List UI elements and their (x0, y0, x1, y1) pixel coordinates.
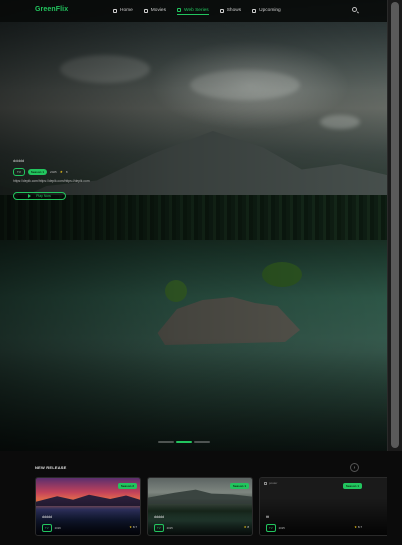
nav-item-shows[interactable]: Shows (219, 6, 242, 15)
top-navbar: GreenFlix Home Movies Web Series Shows U… (0, 0, 387, 22)
hero-type-badge: TV (13, 168, 25, 176)
carousel-dot[interactable] (158, 441, 174, 443)
hero-title: ddddd (13, 158, 25, 163)
card-season-badge: Season 1 (342, 483, 362, 489)
play-now-label: Play Now (36, 194, 51, 198)
play-now-button[interactable]: Play Now (13, 192, 66, 200)
card-rating: ★ 8.7 (354, 525, 362, 529)
card-year: 2025 (166, 526, 173, 530)
carousel-dot[interactable] (194, 441, 210, 443)
nav-label: Shows (226, 8, 242, 13)
hero-year: 2025 (50, 170, 57, 174)
search-icon[interactable] (352, 7, 357, 12)
nav-item-upcoming[interactable]: Upcoming (252, 6, 281, 15)
hero-overlay (0, 0, 387, 451)
hero-season-badge: Season 1 (27, 169, 48, 175)
release-card[interactable]: Season 1 ddddd TV 2025 ★ 8 (147, 477, 253, 536)
card-type-badge: TV (42, 524, 52, 532)
calendar-icon (252, 8, 257, 13)
page-scrollbar[interactable] (387, 0, 402, 451)
home-icon (113, 8, 117, 13)
hero-meta: TV Season 1 2025 ★ 8 (13, 168, 68, 176)
hero-banner (0, 0, 387, 451)
star-icon: ★ (129, 525, 132, 529)
monitor-icon (219, 8, 224, 13)
section-title-new-release: NEW RELEASE (35, 465, 67, 470)
main-nav: Home Movies Web Series Shows Upcoming (113, 6, 281, 15)
card-meta: TV 2026 (42, 524, 61, 532)
scrollbar-thumb[interactable] (391, 2, 399, 448)
carousel-indicators (158, 441, 210, 443)
card-title: ddddd (42, 515, 52, 519)
nav-item-web-series[interactable]: Web Series (177, 6, 209, 15)
card-rating: ★ 8 (243, 525, 249, 529)
hero-rating: 8 (65, 170, 68, 174)
nav-item-home[interactable]: Home (113, 6, 133, 15)
nav-label: Upcoming (259, 8, 281, 13)
card-season-badge: Season 1 (229, 483, 249, 489)
star-icon: ★ (354, 525, 357, 529)
play-icon (28, 194, 32, 198)
hero-description: https://depik.com/https://depik.com/http… (13, 179, 90, 183)
release-card[interactable]: poster Season 1 ttt TV 2025 ★ 8.7 (259, 477, 387, 536)
card-year: 2026 (54, 526, 61, 530)
card-season-badge: Season 2 (117, 483, 137, 489)
card-meta: TV 2025 (266, 524, 285, 532)
star-icon: ★ (59, 170, 63, 174)
card-rating: ★ 8.7 (129, 525, 137, 529)
card-type-badge: TV (266, 524, 276, 532)
chevron-right-icon[interactable]: › (350, 463, 359, 472)
card-title: ddddd (154, 515, 164, 519)
nav-label: Movies (150, 8, 166, 13)
card-title: ttt (266, 515, 269, 519)
card-meta: TV 2025 (154, 524, 173, 532)
app-logo[interactable]: GreenFlix (35, 6, 68, 13)
nav-label: Home (120, 8, 133, 13)
release-card[interactable]: Season 2 ddddd TV 2026 ★ 8.7 (35, 477, 141, 536)
card-year: 2025 (278, 526, 285, 530)
nav-label: Web Series (184, 7, 209, 13)
carousel-dot-active[interactable] (176, 441, 192, 443)
film-icon (143, 8, 148, 13)
nav-item-movies[interactable]: Movies (143, 6, 166, 15)
card-type-badge: TV (154, 524, 164, 532)
tv-icon (177, 8, 181, 12)
